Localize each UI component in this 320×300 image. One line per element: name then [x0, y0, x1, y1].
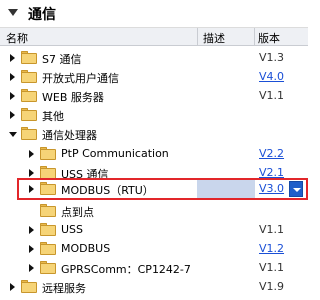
tree-row-label: GPRSComm：CP1242-7	[61, 263, 191, 276]
collapse-arrow-icon[interactable]	[9, 132, 17, 137]
expand-arrow-icon[interactable]	[29, 245, 34, 253]
tree-row-label: PtP Communication	[61, 147, 169, 160]
version-text: V1.1	[259, 261, 285, 274]
expand-arrow-icon[interactable]	[10, 73, 15, 81]
tree-row-label: 远程服务	[42, 282, 86, 295]
column-separator[interactable]	[254, 28, 255, 46]
folder-icon	[40, 242, 56, 255]
expand-arrow-icon[interactable]	[29, 169, 34, 177]
panel-header[interactable]: 通信	[0, 0, 308, 28]
expand-arrow-icon[interactable]	[10, 283, 15, 291]
expand-arrow-icon[interactable]	[29, 150, 34, 158]
version-text: V1.1	[259, 223, 285, 236]
tree-row-label: S7 通信	[42, 53, 82, 66]
tree-row-comm-processor[interactable]: 通信处理器	[0, 123, 308, 145]
expand-arrow-icon[interactable]	[29, 264, 34, 272]
tree-row-label: 开放式用户通信	[42, 72, 119, 85]
folder-icon	[21, 127, 37, 140]
selection-outline	[17, 178, 308, 200]
folder-icon	[21, 108, 37, 121]
panel-title: 通信	[28, 7, 56, 23]
folder-icon	[21, 51, 37, 64]
folder-icon	[40, 204, 56, 217]
expand-arrow-icon[interactable]	[10, 54, 15, 62]
version-link[interactable]: V4.0	[259, 70, 284, 83]
tree-row-label: WEB 服务器	[42, 91, 104, 104]
version-link[interactable]: V1.2	[259, 242, 284, 255]
collapse-triangle-icon[interactable]	[8, 9, 18, 16]
tree-row-label: MODBUS	[61, 242, 111, 255]
expand-arrow-icon[interactable]	[29, 226, 34, 234]
tree-row-label: 其他	[42, 110, 64, 123]
version-link[interactable]: V2.2	[259, 147, 284, 160]
tree-row-label: 通信处理器	[42, 129, 97, 142]
folder-icon	[40, 261, 56, 274]
folder-icon	[21, 89, 37, 102]
version-text: V1.1	[259, 89, 285, 102]
column-header-description[interactable]: 描述	[203, 30, 225, 46]
tree-row-modbus-rtu-selected[interactable]: MODBUS（RTU） V3.0	[0, 178, 308, 200]
folder-icon	[40, 223, 56, 236]
version-text: V1.9	[259, 280, 285, 293]
tree-row-label: USS	[61, 223, 84, 236]
folder-icon	[21, 70, 37, 83]
expand-arrow-icon[interactable]	[10, 111, 15, 119]
column-header-name[interactable]: 名称	[6, 30, 28, 46]
column-header-version[interactable]: 版本	[258, 30, 280, 46]
tree-row-remote-service[interactable]: 远程服务 V1.9	[0, 276, 308, 298]
version-text: V1.3	[259, 51, 285, 64]
folder-icon	[21, 280, 37, 293]
folder-icon	[40, 147, 56, 160]
column-separator[interactable]	[197, 28, 198, 46]
tree-row-label: 点到点	[61, 206, 94, 219]
column-header-bar: 名称 描述 版本	[0, 28, 308, 46]
expand-arrow-icon[interactable]	[10, 92, 15, 100]
